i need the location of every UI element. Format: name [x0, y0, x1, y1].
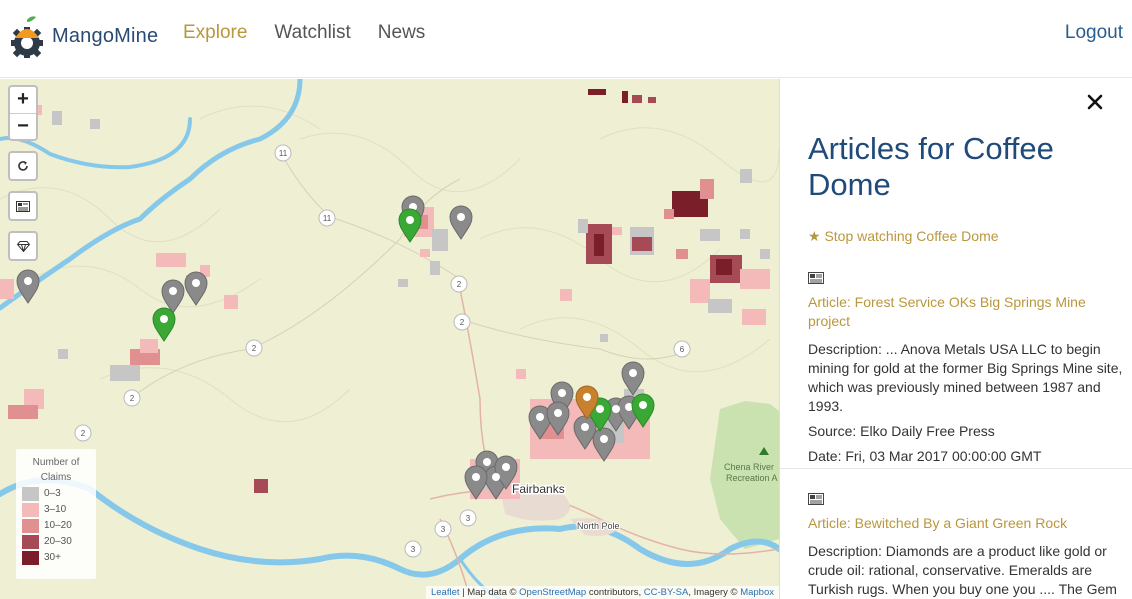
road-shield: 2: [245, 339, 263, 357]
claims-legend: Number of Claims 0–3 3–10 10–20 20–30 30…: [16, 449, 96, 579]
svg-text:3: 3: [466, 514, 471, 523]
license-link[interactable]: CC-BY-SA: [644, 587, 689, 598]
close-icon[interactable]: [1086, 93, 1104, 111]
legend-item: 20–30: [22, 534, 90, 549]
legend-swatch: [22, 486, 39, 501]
main-nav: Explore Watchlist News: [183, 22, 425, 44]
nav-news[interactable]: News: [378, 22, 426, 44]
road-shields: 11 11 2 2 2 2 6 2 3 3 3: [74, 144, 691, 558]
news-layer-button[interactable]: [8, 191, 38, 221]
article-item: Article: Forest Service OKs Big Springs …: [808, 272, 1128, 466]
nav-watchlist[interactable]: Watchlist: [274, 22, 350, 44]
newspaper-icon: [808, 272, 824, 284]
article-date: Date: Fri, 03 Mar 2017 00:00:00 GMT: [808, 448, 1042, 464]
svg-text:2: 2: [81, 429, 86, 438]
road-shield: 11: [274, 144, 292, 162]
svg-text:3: 3: [441, 525, 446, 534]
park-label-line1: Chena River: [724, 462, 774, 472]
legend-item: 3–10: [22, 502, 90, 517]
star-icon: ★: [808, 228, 821, 244]
article-description: Description: Diamonds are a product like…: [808, 543, 1117, 597]
road-shield: 2: [74, 424, 92, 442]
road-shield: 3: [404, 540, 422, 558]
legend-swatch: [22, 534, 39, 549]
legend-item: 10–20: [22, 518, 90, 533]
svg-text:2: 2: [130, 394, 135, 403]
article-item: Article: Bewitched By a Giant Green Rock…: [808, 493, 1128, 599]
svg-text:2: 2: [457, 280, 462, 289]
svg-text:11: 11: [279, 149, 288, 158]
city-label-north-pole: North Pole: [577, 521, 620, 531]
article-description: Description: ... Anova Metals USA LLC to…: [808, 341, 1123, 414]
article-source: Source: Elko Daily Free Press: [808, 423, 995, 439]
panel-title: Articles for Coffee Dome: [808, 131, 1054, 202]
road-shield: 2: [123, 389, 141, 407]
claims-map[interactable]: 11 11 2 2 2 2 6 2 3 3 3 Fairbanks North …: [0, 79, 779, 599]
leaflet-link[interactable]: Leaflet: [431, 587, 460, 598]
road-shield: 3: [459, 509, 477, 527]
city-label-fairbanks: Fairbanks: [512, 482, 565, 496]
legend-item: 30+: [22, 550, 90, 565]
top-navbar: MangoMine Explore Watchlist News Logout: [0, 0, 1132, 78]
brand-name: MangoMine: [52, 24, 159, 47]
park-label-line2: Recreation A: [726, 473, 778, 483]
gem-layer-button[interactable]: [8, 231, 38, 261]
nav-explore[interactable]: Explore: [183, 22, 247, 44]
road-shield: 2: [453, 313, 471, 331]
legend-swatch: [22, 502, 39, 517]
map-tiles: 11 11 2 2 2 2 6 2 3 3 3 Fairbanks North …: [0, 79, 779, 599]
road-shield: 3: [434, 520, 452, 538]
svg-text:11: 11: [323, 214, 332, 223]
road-shield: 6: [673, 340, 691, 358]
mango-gear-logo-icon: [11, 16, 43, 58]
refresh-icon: [18, 161, 28, 171]
legend-title: Number of Claims: [32, 457, 80, 483]
svg-text:3: 3: [411, 545, 416, 554]
brand[interactable]: MangoMine: [8, 14, 158, 58]
diamond-icon: [16, 240, 30, 252]
osm-link[interactable]: OpenStreetMap: [519, 587, 586, 598]
article-title-link[interactable]: Article: Bewitched By a Giant Green Rock: [808, 514, 1128, 533]
mapbox-link[interactable]: Mapbox: [740, 587, 774, 598]
legend-item: 0–3: [22, 486, 90, 501]
stop-watching-link[interactable]: ★ Stop watching Coffee Dome: [808, 228, 999, 245]
svg-text:2: 2: [460, 318, 465, 327]
articles-panel: Articles for Coffee Dome ★ Stop watching…: [779, 79, 1132, 599]
refresh-button[interactable]: [8, 151, 38, 181]
article-title-link[interactable]: Article: Forest Service OKs Big Springs …: [808, 293, 1128, 331]
svg-text:6: 6: [680, 345, 685, 354]
newspaper-icon: [16, 200, 30, 212]
legend-swatch: [22, 550, 39, 565]
legend-swatch: [22, 518, 39, 533]
claim-heatmap: [0, 89, 770, 499]
zoom-in-button[interactable]: +: [10, 87, 36, 113]
article-divider: [780, 468, 1132, 469]
road-shield: 11: [318, 209, 336, 227]
road-shield: 2: [450, 275, 468, 293]
zoom-control: + −: [8, 85, 38, 141]
newspaper-icon: [808, 493, 824, 505]
svg-text:2: 2: [252, 344, 257, 353]
logout-link[interactable]: Logout: [1065, 22, 1123, 44]
zoom-out-button[interactable]: −: [10, 113, 36, 139]
map-attribution: Leaflet | Map data © OpenStreetMap contr…: [425, 586, 779, 599]
